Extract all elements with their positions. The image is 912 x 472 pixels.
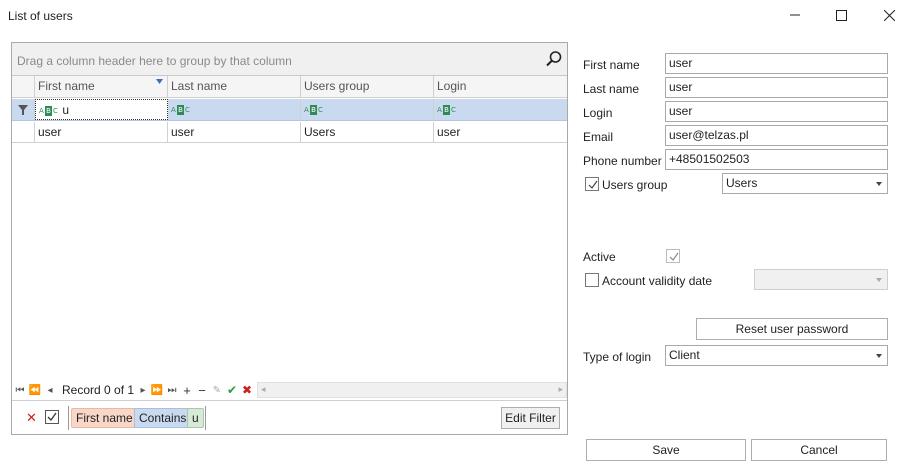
close-icon (883, 9, 895, 21)
filter-enabled-checkbox[interactable] (45, 410, 59, 424)
filter-field-token[interactable]: First name (71, 408, 138, 428)
users-group-label: Users group (602, 178, 668, 192)
type-of-login-select[interactable]: Client (665, 345, 888, 366)
column-header-label: First name (38, 79, 95, 93)
cell-login[interactable]: user (434, 122, 567, 142)
close-button[interactable] (866, 0, 912, 30)
phone-number-label: Phone number (583, 154, 662, 168)
title-bar: List of users (0, 0, 912, 32)
active-checkbox[interactable] (666, 249, 680, 263)
first-name-field[interactable]: user (665, 53, 888, 74)
abc-contains-icon[interactable]: ABC (171, 104, 191, 116)
auto-filter-row: ABC u ABC ABC ABC (12, 99, 567, 121)
filter-cell-last-name[interactable]: ABC (168, 99, 301, 120)
group-panel[interactable]: Drag a column header here to group by th… (12, 43, 567, 76)
abc-contains-icon[interactable]: ABC (437, 104, 457, 116)
column-header-label: Users group (304, 79, 370, 93)
scroll-right-icon[interactable]: ▸ (558, 384, 563, 395)
maximize-icon (835, 9, 847, 21)
save-button[interactable]: Save (586, 439, 746, 461)
clear-filter-icon[interactable]: ✕ (26, 410, 37, 426)
login-field[interactable]: user (665, 101, 888, 122)
chevron-down-icon (876, 182, 882, 186)
check-icon (588, 180, 598, 189)
filter-panel: ✕ First name Contains u Edit Filter (12, 400, 567, 434)
active-label: Active (583, 250, 616, 264)
window-title: List of users (8, 9, 73, 23)
users-group-checkbox[interactable] (585, 177, 599, 191)
filter-active-icon[interactable] (156, 79, 163, 85)
filter-value-token[interactable]: u (187, 408, 204, 428)
data-navigator: ⏮ ⏪ ◂ Record 0 of 1 ▸ ⏩ ⏭ + − ✎ ✔ ✖ ◂ ▸ (12, 380, 567, 400)
next-page-icon[interactable]: ⏩ (151, 382, 163, 398)
column-header-login[interactable]: Login (434, 76, 567, 97)
edit-filter-button[interactable]: Edit Filter (501, 407, 560, 429)
type-of-login-label: Type of login (583, 350, 652, 364)
email-field[interactable]: user@telzas.pl (665, 125, 888, 146)
abc-contains-icon[interactable]: ABC (304, 104, 324, 116)
last-name-label: Last name (583, 82, 640, 96)
column-header-last-name[interactable]: Last name (168, 76, 301, 97)
filter-cell-login[interactable]: ABC (434, 99, 567, 120)
users-grid: Drag a column header here to group by th… (11, 42, 568, 435)
cancel-edit-icon[interactable]: ✖ (241, 382, 253, 398)
users-group-value: Users (726, 176, 758, 190)
account-validity-checkbox[interactable] (585, 273, 599, 287)
last-record-icon[interactable]: ⏭ (167, 382, 177, 398)
search-icon (546, 51, 562, 67)
chevron-down-icon (876, 278, 882, 282)
minimize-button[interactable] (772, 0, 818, 30)
horizontal-scrollbar[interactable]: ◂ ▸ (257, 382, 567, 398)
delete-record-icon[interactable]: − (197, 382, 207, 398)
maximize-button[interactable] (818, 0, 864, 30)
cell-users-group[interactable]: Users (301, 122, 434, 142)
filter-icon (18, 105, 28, 115)
last-name-field[interactable]: user (665, 77, 888, 98)
email-label: Email (583, 130, 614, 144)
column-header-first-name[interactable]: First name (35, 76, 168, 97)
first-record-icon[interactable]: ⏮ (15, 382, 25, 398)
cell-last-name[interactable]: user (168, 122, 301, 142)
filter-cell-users-group[interactable]: ABC (301, 99, 434, 120)
column-header-label: Last name (171, 79, 228, 93)
edit-record-icon[interactable]: ✎ (212, 382, 222, 398)
users-group-select[interactable]: Users (722, 173, 888, 194)
filter-value-first-name: u (62, 103, 70, 117)
account-validity-label: Account validity date (602, 274, 713, 288)
chevron-down-icon (876, 354, 882, 358)
table-row[interactable]: user user Users user (12, 122, 567, 143)
indicator-header (12, 76, 35, 97)
column-header-row: First name Last name Users group Login (12, 76, 567, 98)
group-hint: Drag a column header here to group by th… (17, 54, 292, 68)
cell-first-name[interactable]: user (35, 122, 168, 142)
prev-record-icon[interactable]: ◂ (45, 382, 55, 398)
filter-row-indicator (12, 99, 35, 120)
column-header-users-group[interactable]: Users group (301, 76, 434, 97)
row-indicator[interactable] (12, 122, 35, 142)
first-name-label: First name (583, 58, 640, 72)
record-counter: Record 0 of 1 (62, 383, 135, 397)
scroll-left-icon[interactable]: ◂ (261, 384, 266, 395)
filter-cell-first-name[interactable]: ABC u (35, 99, 168, 120)
abc-contains-icon[interactable]: ABC (39, 105, 59, 117)
next-record-icon[interactable]: ▸ (138, 382, 148, 398)
phone-number-field[interactable]: +48501502503 (665, 149, 888, 170)
prev-page-icon[interactable]: ⏪ (29, 382, 41, 398)
column-header-label: Login (437, 79, 467, 93)
reset-password-button[interactable]: Reset user password (696, 318, 888, 340)
login-label: Login (583, 106, 613, 120)
find-panel-button[interactable] (545, 50, 563, 68)
cancel-button[interactable]: Cancel (751, 439, 887, 461)
check-icon (669, 252, 679, 261)
check-icon (47, 412, 57, 422)
type-of-login-value: Client (669, 348, 700, 362)
minimize-icon (790, 14, 800, 16)
end-edit-icon[interactable]: ✔ (226, 382, 238, 398)
add-record-icon[interactable]: + (182, 382, 192, 398)
account-validity-date-picker[interactable] (754, 269, 888, 290)
filter-operator-token[interactable]: Contains (134, 408, 192, 428)
